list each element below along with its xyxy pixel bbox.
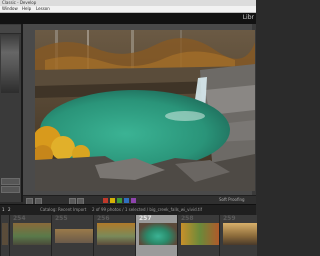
thumbnail: [223, 223, 257, 245]
menu-item-window[interactable]: Window: [2, 6, 18, 12]
thumbnail: [2, 223, 8, 245]
filmstrip-cell[interactable]: 256: [93, 215, 136, 256]
color-label-yellow[interactable]: [110, 198, 115, 203]
thumbnail: [97, 223, 135, 245]
thumbnail: [13, 223, 51, 245]
paste-button[interactable]: [1, 186, 20, 193]
filmstrip-cell[interactable]: 258: [177, 215, 220, 256]
color-label-purple[interactable]: [131, 198, 136, 203]
cell-number: 259: [223, 215, 236, 222]
cell-number: 254: [13, 215, 26, 222]
thumbnail: [181, 223, 219, 245]
color-label-green[interactable]: [117, 198, 122, 203]
filmstrip-cell[interactable]: 259: [219, 215, 257, 256]
thumbnail: [55, 229, 93, 243]
secondary-page-2[interactable]: 2: [8, 207, 11, 212]
filmstrip-cell[interactable]: 255: [51, 215, 94, 256]
menu-bar: Window Help Lesson: [0, 6, 256, 13]
navigator-header[interactable]: [0, 25, 21, 34]
cell-number: 256: [97, 215, 110, 222]
color-label-red[interactable]: [103, 198, 108, 203]
cell-number: 257: [139, 215, 152, 222]
cell-number: 258: [181, 215, 194, 222]
waterfall-photo-image: [35, 30, 255, 191]
main-photo[interactable]: [35, 30, 255, 191]
soft-proofing-label[interactable]: Soft Proofing: [219, 197, 245, 202]
color-label-blue[interactable]: [124, 198, 129, 203]
cell-number: 255: [55, 215, 68, 222]
menu-item-lesson[interactable]: Lesson: [36, 6, 50, 12]
filmstrip-cell-selected[interactable]: 257: [135, 215, 178, 256]
collection-source[interactable]: Catalog: Recent Import: [40, 207, 86, 212]
filmstrip-file-info: 2 of 99 photos / 1 selected / big_creek_…: [92, 207, 202, 212]
filmstrip-cell[interactable]: 254: [9, 215, 52, 256]
identity-plate: [0, 13, 256, 24]
copy-button[interactable]: [1, 178, 20, 185]
navigator-preview[interactable]: [1, 35, 19, 93]
secondary-page-1[interactable]: 1: [2, 207, 5, 212]
menu-item-help[interactable]: Help: [22, 6, 31, 12]
thumbnail: [139, 223, 177, 245]
module-picker-library[interactable]: Libr: [243, 14, 254, 21]
